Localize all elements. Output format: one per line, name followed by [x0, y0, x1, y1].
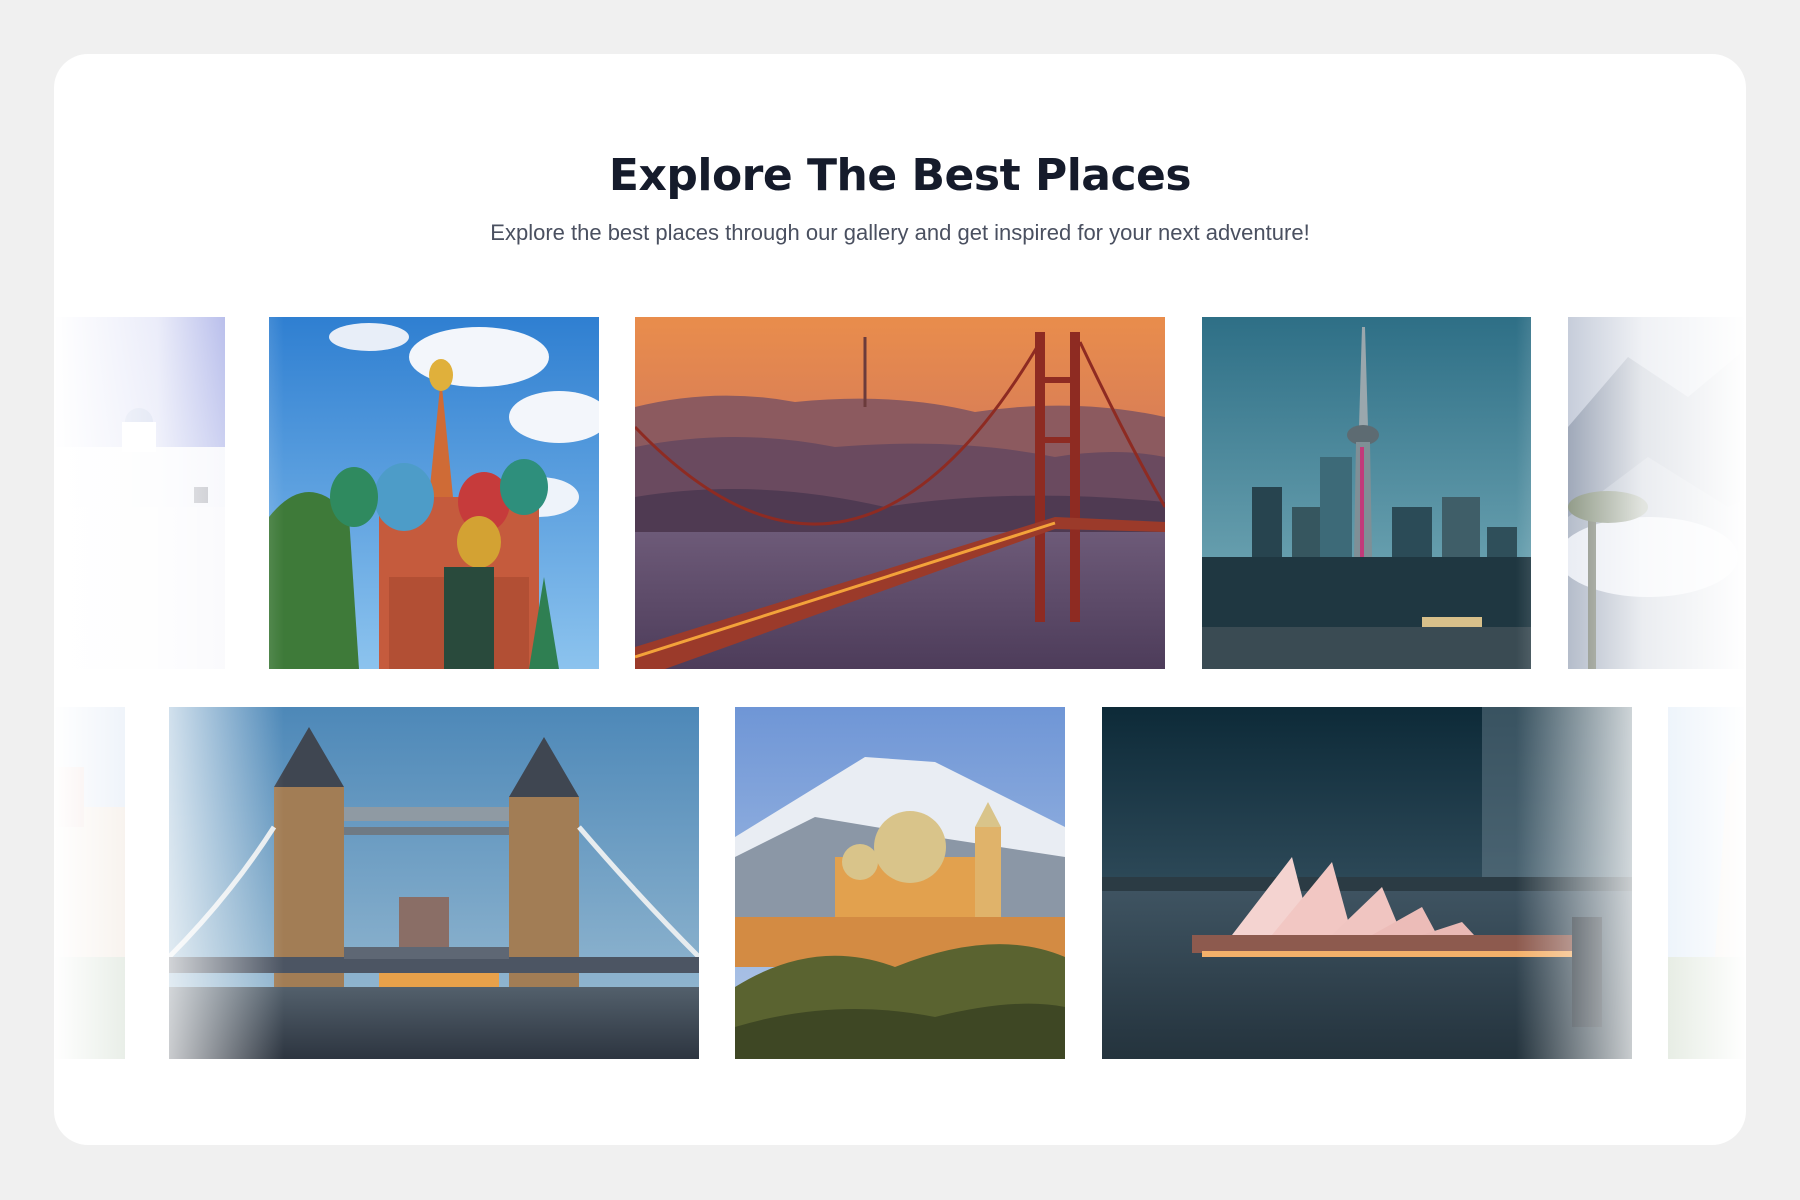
- page-subtitle: Explore the best places through our gall…: [490, 220, 1310, 245]
- gallery-row-bottom: [54, 707, 1746, 1059]
- gallery-row-top: [54, 317, 1746, 669]
- toronto-cn-tower-photo[interactable]: [1202, 317, 1531, 669]
- sydney-opera-house-photo[interactable]: [1102, 707, 1632, 1059]
- temple-photo[interactable]: [54, 707, 125, 1059]
- gallery-card: Explore The Best Places Explore the best…: [54, 54, 1746, 1145]
- santorini-photo[interactable]: [54, 317, 225, 669]
- gothic-tower-photo[interactable]: [1668, 707, 1746, 1059]
- misty-mountains-photo[interactable]: [1568, 317, 1746, 669]
- tower-bridge-photo[interactable]: [169, 707, 699, 1059]
- golden-gate-bridge-photo[interactable]: [635, 317, 1165, 669]
- saint-basils-cathedral-photo[interactable]: [269, 317, 599, 669]
- page-title: Explore The Best Places: [608, 150, 1192, 201]
- cholula-church-volcano-photo[interactable]: [735, 707, 1065, 1059]
